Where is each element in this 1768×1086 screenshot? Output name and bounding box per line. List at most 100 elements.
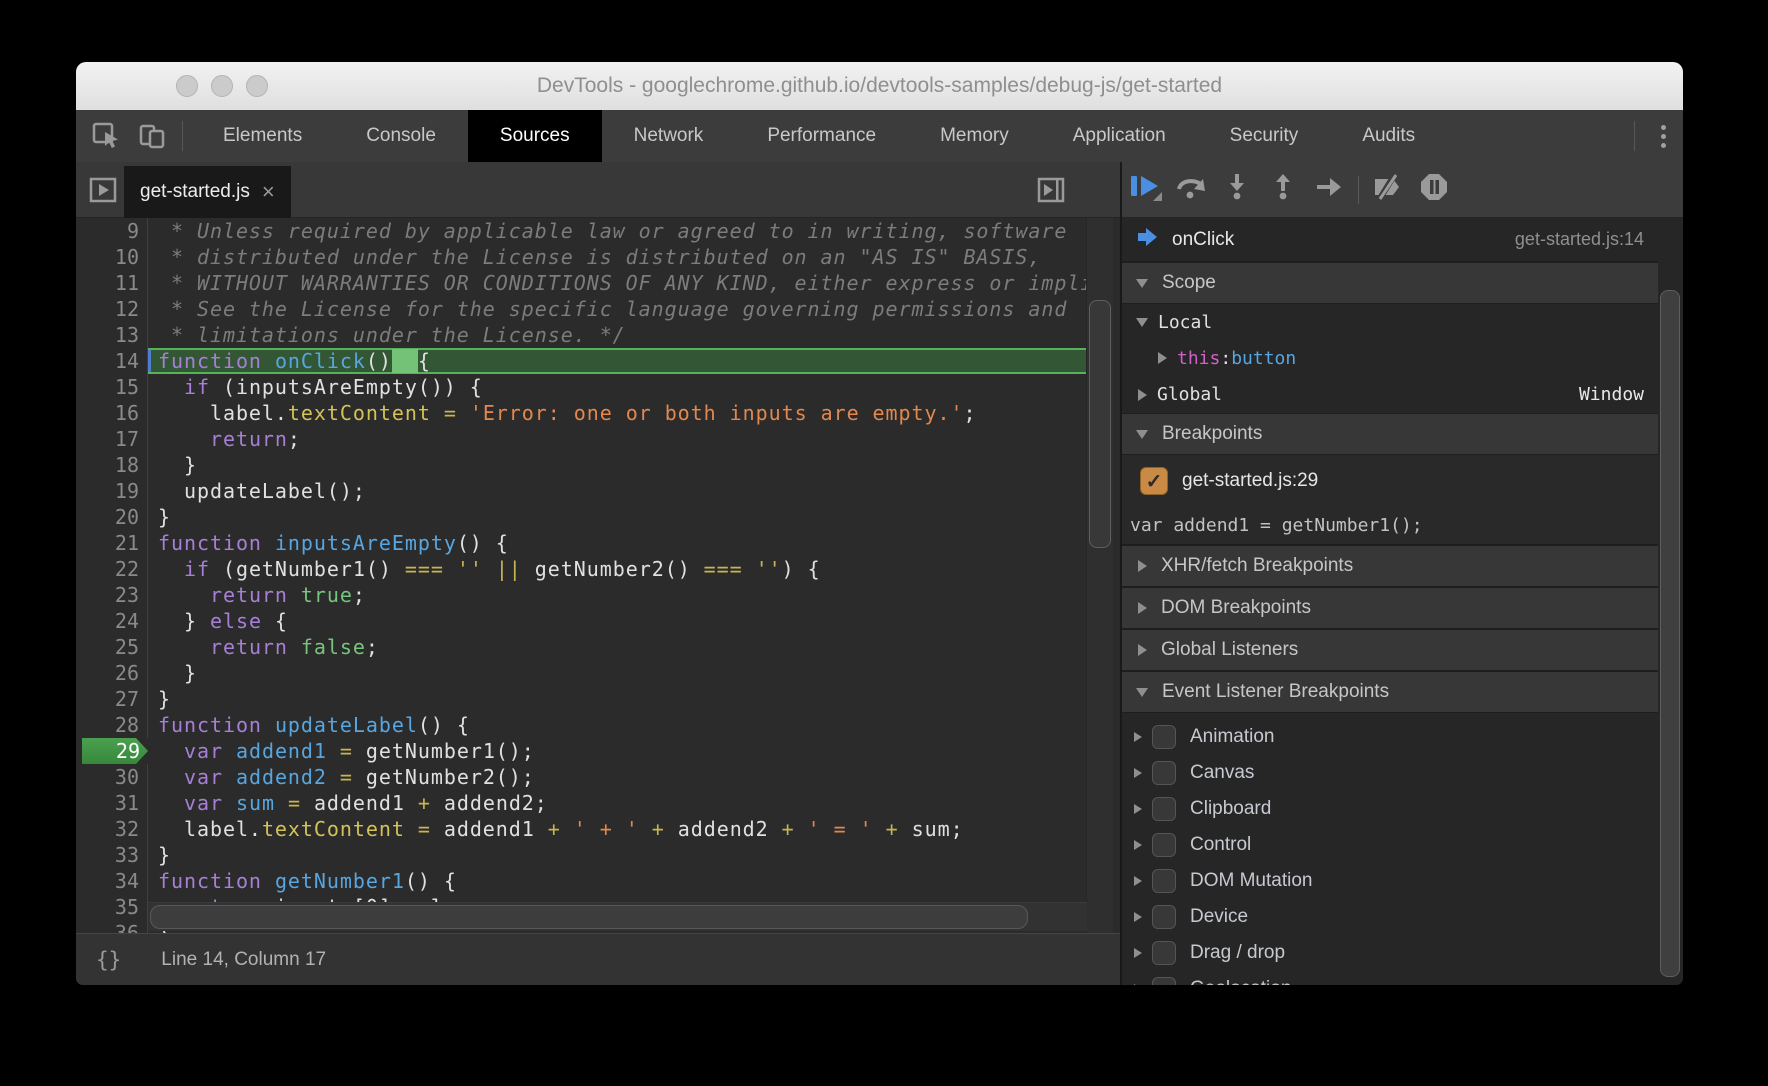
line-number[interactable]: 15 — [76, 374, 148, 400]
code-text[interactable]: * distributed under the License is distr… — [148, 244, 1087, 270]
elb-item-control[interactable]: Control — [1122, 827, 1658, 863]
elb-checkbox[interactable] — [1152, 833, 1176, 857]
tab-console[interactable]: Console — [334, 110, 468, 162]
section-header-dom-breakpoints[interactable]: DOM Breakpoints — [1122, 587, 1658, 629]
scope-local-row[interactable]: Local — [1122, 304, 1658, 340]
code-text[interactable]: label.textContent = addend1 + ' + ' + ad… — [148, 816, 1087, 842]
code-text[interactable]: * WITHOUT WARRANTIES OR CONDITIONS OF AN… — [148, 270, 1087, 296]
elb-checkbox[interactable] — [1152, 761, 1176, 785]
elb-checkbox[interactable] — [1152, 977, 1176, 985]
line-number[interactable]: 9 — [76, 218, 148, 244]
line-number[interactable]: 34 — [76, 868, 148, 894]
elb-item-animation[interactable]: Animation — [1122, 719, 1658, 755]
code-text[interactable]: if (getNumber1() === '' || getNumber2() … — [148, 556, 1087, 582]
inspect-element-icon[interactable] — [90, 121, 122, 151]
horizontal-scrollbar-thumb[interactable] — [150, 905, 1028, 929]
code-text[interactable]: * See the License for the specific langu… — [148, 296, 1087, 322]
code-text[interactable]: } — [148, 686, 1087, 712]
breakpoint-marker[interactable]: 29 — [76, 738, 148, 764]
line-number[interactable]: 36 — [76, 920, 148, 933]
scope-this-entry[interactable]: this: button — [1122, 340, 1658, 376]
line-number[interactable]: 17 — [76, 426, 148, 452]
section-header-global-listeners[interactable]: Global Listeners — [1122, 629, 1658, 671]
pause-on-exceptions-button[interactable] — [1411, 173, 1457, 207]
toggle-device-toolbar-icon[interactable] — [136, 121, 168, 151]
tab-elements[interactable]: Elements — [191, 110, 334, 162]
section-header-event-listener-breakpoints[interactable]: Event Listener Breakpoints — [1122, 671, 1658, 713]
line-number[interactable]: 12 — [76, 296, 148, 322]
code-text[interactable]: return false; — [148, 634, 1087, 660]
elb-item-clipboard[interactable]: Clipboard — [1122, 791, 1658, 827]
step-into-button[interactable] — [1214, 173, 1260, 207]
elb-checkbox[interactable] — [1152, 905, 1176, 929]
code-text[interactable]: function getNumber1() { — [148, 868, 1087, 894]
tab-security[interactable]: Security — [1198, 110, 1331, 162]
line-number[interactable]: 20 — [76, 504, 148, 530]
pretty-print-button[interactable]: {} — [96, 948, 121, 972]
line-number[interactable]: 21 — [76, 530, 148, 556]
deactivate-breakpoints-button[interactable] — [1365, 173, 1411, 207]
line-number[interactable]: 23 — [76, 582, 148, 608]
sidebar-vertical-scrollbar[interactable] — [1658, 218, 1683, 985]
elb-item-dom-mutation[interactable]: DOM Mutation — [1122, 863, 1658, 899]
overflow-menu-icon[interactable] — [1643, 110, 1683, 162]
show-navigator-icon[interactable] — [88, 175, 118, 205]
code-text[interactable]: } — [148, 660, 1087, 686]
elb-item-canvas[interactable]: Canvas — [1122, 755, 1658, 791]
elb-checkbox[interactable] — [1152, 797, 1176, 821]
section-header-scope[interactable]: Scope — [1122, 262, 1658, 304]
line-number[interactable]: 19 — [76, 478, 148, 504]
line-number[interactable]: 33 — [76, 842, 148, 868]
tab-audits[interactable]: Audits — [1330, 110, 1447, 162]
elb-checkbox[interactable] — [1152, 725, 1176, 749]
code-text[interactable]: function updateLabel() { — [148, 712, 1087, 738]
line-number[interactable]: 22 — [76, 556, 148, 582]
code-text[interactable]: var addend1 = getNumber1(); — [148, 738, 1087, 764]
editor-horizontal-scrollbar[interactable] — [148, 902, 1087, 931]
code-text[interactable]: } — [148, 452, 1087, 478]
elb-item-device[interactable]: Device — [1122, 899, 1658, 935]
line-number[interactable]: 13 — [76, 322, 148, 348]
line-number[interactable]: 27 — [76, 686, 148, 712]
code-text[interactable]: updateLabel(); — [148, 478, 1087, 504]
close-icon[interactable]: × — [262, 182, 275, 202]
code-text[interactable]: var addend2 = getNumber2(); — [148, 764, 1087, 790]
sidebar-scrollbar-thumb[interactable] — [1660, 290, 1680, 977]
code-editor[interactable]: 9 * Unless required by applicable law or… — [76, 218, 1120, 933]
elb-item-drag-drop[interactable]: Drag / drop — [1122, 935, 1658, 971]
line-number[interactable]: 35 — [76, 894, 148, 920]
breakpoint-checkbox[interactable]: ✓ — [1140, 467, 1168, 495]
line-number[interactable]: 10 — [76, 244, 148, 270]
line-number[interactable]: 28 — [76, 712, 148, 738]
file-tab-get-started[interactable]: get-started.js × — [124, 166, 291, 218]
step-button[interactable] — [1306, 173, 1352, 207]
line-number[interactable]: 30 — [76, 764, 148, 790]
tab-network[interactable]: Network — [602, 110, 736, 162]
call-stack-frame[interactable]: onClickget-started.js:14 — [1122, 218, 1658, 262]
scope-global-row[interactable]: GlobalWindow — [1122, 376, 1658, 413]
line-number[interactable]: 26 — [76, 660, 148, 686]
elb-checkbox[interactable] — [1152, 869, 1176, 893]
editor-vertical-scrollbar[interactable] — [1086, 218, 1113, 933]
breakpoint-entry[interactable]: ✓get-started.js:29 — [1122, 455, 1658, 507]
code-text[interactable]: } — [148, 842, 1087, 868]
code-text[interactable]: function onClick() { — [148, 348, 1087, 374]
line-number[interactable]: 32 — [76, 816, 148, 842]
tab-memory[interactable]: Memory — [908, 110, 1041, 162]
line-number[interactable]: 18 — [76, 452, 148, 478]
code-text[interactable]: function inputsAreEmpty() { — [148, 530, 1087, 556]
code-text[interactable]: return true; — [148, 582, 1087, 608]
code-text[interactable]: * Unless required by applicable law or a… — [148, 218, 1087, 244]
tab-sources[interactable]: Sources — [468, 110, 602, 162]
section-header-breakpoints[interactable]: Breakpoints — [1122, 413, 1658, 455]
code-text[interactable]: label.textContent = 'Error: one or both … — [148, 400, 1087, 426]
section-header-xhr-fetch-breakpoints[interactable]: XHR/fetch Breakpoints — [1122, 545, 1658, 587]
line-number[interactable]: 14 — [76, 348, 148, 374]
code-text[interactable]: } — [148, 504, 1087, 530]
resume-button[interactable] — [1122, 173, 1168, 207]
line-number[interactable]: 16 — [76, 400, 148, 426]
step-out-button[interactable] — [1260, 173, 1306, 207]
code-text[interactable]: return; — [148, 426, 1087, 452]
code-text[interactable]: if (inputsAreEmpty()) { — [148, 374, 1087, 400]
line-number[interactable]: 11 — [76, 270, 148, 296]
